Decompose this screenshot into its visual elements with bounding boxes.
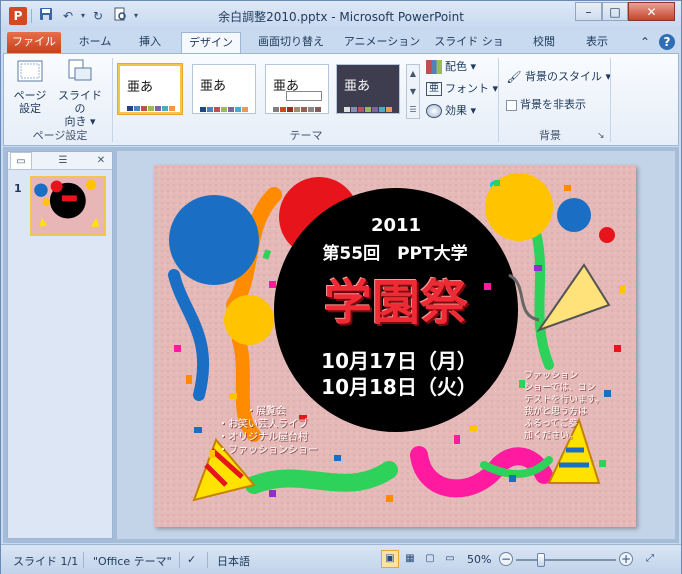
slide-count-status: スライド 1/1 <box>13 555 79 568</box>
normal-view-icon[interactable]: ▣ <box>381 550 399 568</box>
tab-transitions[interactable]: 画面切り替え <box>249 32 333 53</box>
event-title: ・展覧会 <box>246 406 286 417</box>
dialog-launcher-icon[interactable]: ↘ <box>597 131 605 141</box>
font-icon: 亜 <box>426 82 442 96</box>
page-setup-button[interactable]: ページ 設定 <box>12 58 48 115</box>
tab-review[interactable]: 校閲 <box>523 32 565 53</box>
theme-3[interactable]: 亜あ <box>265 64 329 114</box>
theme-2[interactable]: 亜あ <box>192 64 256 114</box>
zoom-level[interactable]: 50% <box>467 553 491 566</box>
fit-to-window-icon[interactable]: ⤢ <box>641 550 659 568</box>
page-setup-group-label: ページ設定 <box>32 129 88 142</box>
slides-pane: ▭ ☰ ✕ 1 <box>7 151 113 539</box>
pane-tabs: ▭ ☰ ✕ <box>8 152 112 170</box>
background-styles-button[interactable]: 🖌 背景のスタイル ▾ <box>506 68 611 86</box>
hide-background-graphics-checkbox[interactable]: 背景を非表示 <box>506 96 586 114</box>
color-palette-icon <box>426 60 442 74</box>
slide-sorter-view-icon[interactable]: ▦ <box>401 550 419 568</box>
tab-home[interactable]: ホーム <box>69 32 121 53</box>
powerpoint-window: P ↶ ▾ ↻ ▾ 余白調整2010.pptx - Microsoft Powe… <box>0 0 682 574</box>
checkbox-icon <box>506 99 517 111</box>
reading-view-icon[interactable]: ▢ <box>421 550 439 568</box>
zoom-in-icon[interactable]: + <box>619 552 633 566</box>
slide-canvas[interactable]: 2011 第55回 PPT大学 学園祭 10月17日（月） 10月18日（火） … <box>154 165 636 527</box>
tab-design[interactable]: デザイン <box>181 32 241 53</box>
slide-editing-area: 2011 第55回 PPT大学 学園祭 10月17日（月） 10月18日（火） … <box>117 151 675 539</box>
status-separator <box>179 552 180 568</box>
group-separator <box>610 58 611 142</box>
status-separator <box>207 552 208 568</box>
page-setup-icon <box>17 60 43 82</box>
background-group-label: 背景 <box>539 129 561 142</box>
ribbon-design: ページ 設定 スライドの 向き ▾ ページ設定 亜あ 亜あ 亜あ 亜あ ▲ ▼ ☰ 配色… <box>3 53 679 146</box>
status-bar: スライド 1/1 "Office テーマ" ✓ 日本語 ▣ ▦ ▢ ▭ 50% … <box>1 544 681 574</box>
event-item: ・お笑い芸人ライブ <box>218 419 308 430</box>
minimize-ribbon-icon[interactable]: ⌃ <box>637 34 653 50</box>
zoom-slider-thumb[interactable] <box>537 553 545 567</box>
theme-name-status: "Office テーマ" <box>93 555 172 568</box>
background-styles-icon: 🖌 <box>506 70 522 84</box>
tab-insert[interactable]: 挿入 <box>127 32 173 53</box>
tab-file[interactable]: ファイル <box>7 32 61 53</box>
tab-view[interactable]: 表示 <box>577 32 617 53</box>
slide-orientation-icon <box>68 59 92 81</box>
slide-main-title: 学園祭 <box>323 275 468 331</box>
slide-subtitle: 第55回 PPT大学 <box>322 244 468 264</box>
theme-gallery-scroll[interactable]: ▲ ▼ ☰ <box>406 64 420 119</box>
slide-events-list: ・展覧会 ・お笑い芸人ライブ ・オリジナル屋台村 ・ファッションショー <box>218 405 348 457</box>
group-separator <box>498 58 499 142</box>
tab-animations[interactable]: アニメーション <box>341 32 423 53</box>
theme-colors-button[interactable]: 配色 ▾ <box>426 58 476 76</box>
slide-number: 1 <box>14 182 22 195</box>
workspace: ▭ ☰ ✕ 1 2011 第55回 PPT大学 学園祭 10月17日（月） 10… <box>3 147 679 543</box>
event-item: ・ファッションショー <box>218 445 318 456</box>
slide-note: ファッション ショーでは、コン テストを行います。 我がと思う方は ふるってご参… <box>524 371 605 441</box>
slide-thumbnail[interactable] <box>30 176 106 236</box>
event-item: ・オリジナル屋台村 <box>218 432 308 443</box>
slide-year: 2011 <box>370 215 422 236</box>
outline-tab-icon[interactable]: ☰ <box>52 152 74 170</box>
tab-slideshow[interactable]: スライド ショー <box>431 32 507 68</box>
close-pane-icon[interactable]: ✕ <box>90 152 112 170</box>
maximize-button[interactable]: □ <box>602 2 628 21</box>
group-separator <box>112 58 113 142</box>
close-button[interactable]: ✕ <box>628 2 675 21</box>
help-icon[interactable]: ? <box>659 34 675 50</box>
themes-group-label: テーマ <box>289 129 323 142</box>
ribbon-controls: ⌃? <box>631 34 675 50</box>
title-bar: P ↶ ▾ ↻ ▾ 余白調整2010.pptx - Microsoft Powe… <box>1 1 681 31</box>
effects-icon <box>426 104 442 118</box>
status-separator <box>83 552 84 568</box>
slideshow-view-icon[interactable]: ▭ <box>441 550 459 568</box>
theme-fonts-button[interactable]: 亜フォント ▾ <box>426 80 498 98</box>
slide-date-1: 10月17日（月） <box>321 349 477 373</box>
theme-office[interactable]: 亜あ <box>118 64 182 114</box>
language-status[interactable]: 日本語 <box>217 553 250 569</box>
minimize-button[interactable]: – <box>575 2 602 21</box>
slides-tab-icon[interactable]: ▭ <box>10 152 32 170</box>
zoom-slider-track[interactable] <box>516 559 616 561</box>
theme-4[interactable]: 亜あ <box>336 64 400 114</box>
slide-orientation-button[interactable]: スライドの 向き ▾ <box>54 58 106 128</box>
theme-effects-button[interactable]: 効果 ▾ <box>426 102 476 120</box>
ribbon-tabs: ファイル ホーム 挿入 デザイン 画面切り替え アニメーション スライド ショー… <box>1 31 681 68</box>
slide-date-2: 10月18日（火） <box>321 375 477 399</box>
zoom-out-icon[interactable]: − <box>499 552 513 566</box>
spelling-check-icon[interactable]: ✓ <box>187 553 196 566</box>
